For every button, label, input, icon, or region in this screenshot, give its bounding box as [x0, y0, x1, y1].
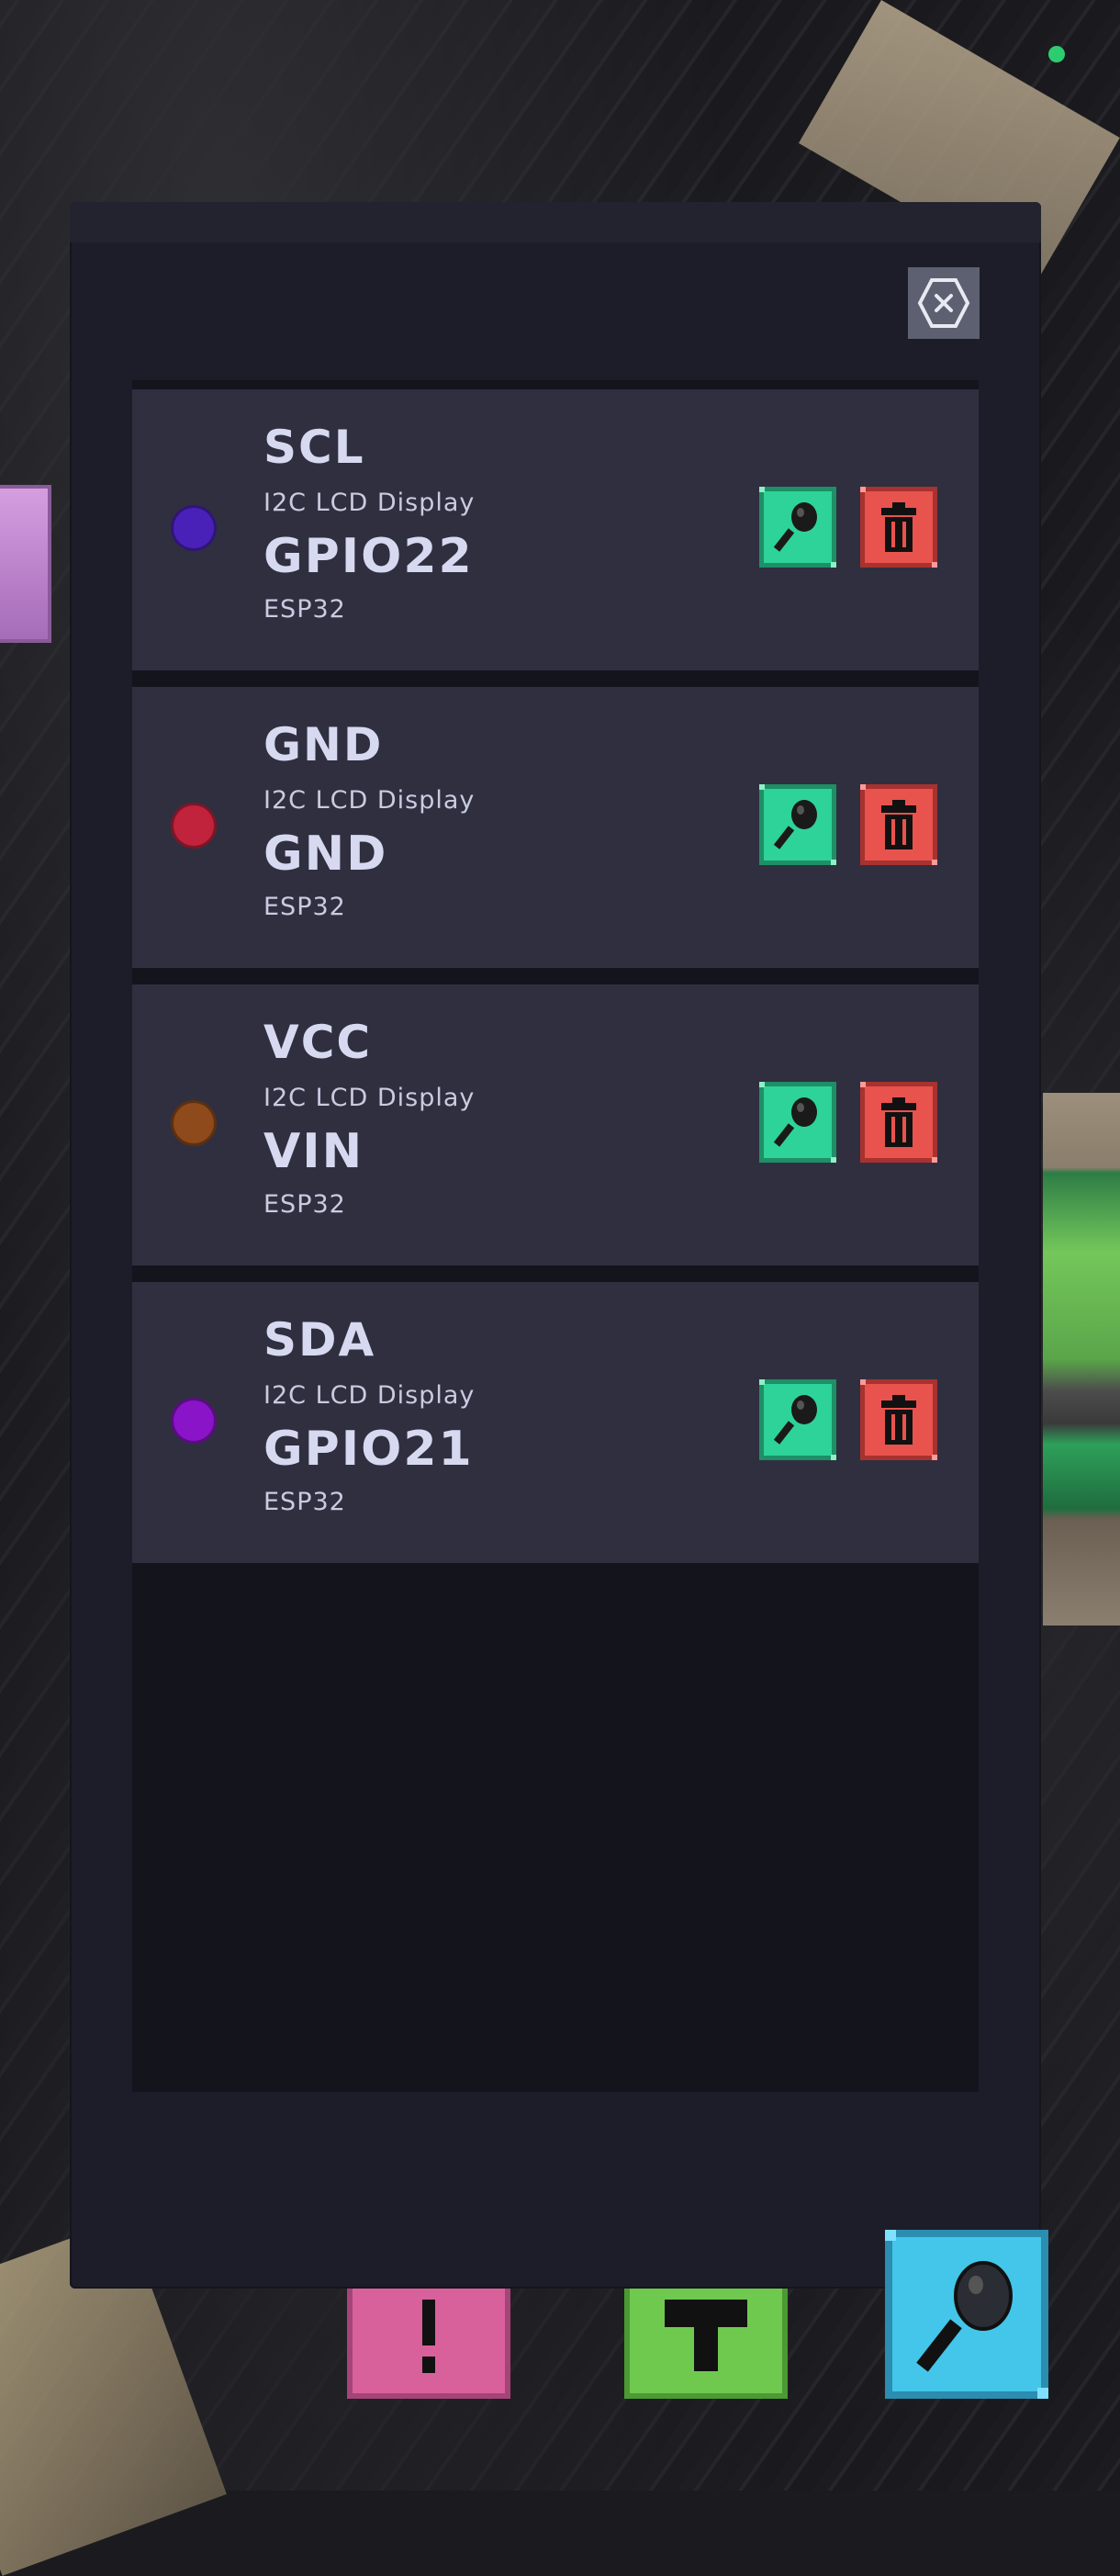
connection-row: GND I2C LCD Display GND ESP32	[132, 687, 979, 968]
wire-color-dot	[171, 1398, 217, 1444]
delete-button[interactable]	[860, 784, 937, 865]
target-pin-name: VIN	[263, 1124, 364, 1179]
toolbar-probe-button[interactable]	[885, 2230, 1048, 2399]
probe-icon	[773, 1097, 817, 1147]
toolbar-build-button[interactable]	[624, 2289, 788, 2399]
connection-row: VCC I2C LCD Display VIN ESP32	[132, 984, 979, 1266]
component-name: I2C LCD Display	[263, 489, 476, 517]
close-button[interactable]	[908, 267, 980, 339]
component-name: I2C LCD Display	[263, 1381, 476, 1410]
probe-icon	[773, 800, 817, 849]
trash-icon	[881, 502, 916, 552]
probe-button[interactable]	[759, 1379, 836, 1460]
trash-icon	[881, 1395, 916, 1445]
device-edge-left	[0, 485, 51, 643]
probe-button[interactable]	[759, 1082, 836, 1163]
hammer-icon	[665, 2300, 747, 2371]
probe-icon	[773, 1395, 817, 1445]
target-component-name: ESP32	[263, 1488, 346, 1516]
component-name: I2C LCD Display	[263, 786, 476, 815]
toolbar-warnings-button[interactable]	[347, 2289, 510, 2399]
connection-row: SDA I2C LCD Display GPIO21 ESP32	[132, 1282, 979, 1563]
exclamation-icon	[422, 2300, 435, 2373]
target-component-name: ESP32	[263, 595, 346, 624]
target-component-name: ESP32	[263, 1190, 346, 1219]
target-pin-name: GPIO21	[263, 1422, 474, 1477]
delete-button[interactable]	[860, 1082, 937, 1163]
close-icon	[917, 278, 970, 328]
wire-color-dot	[171, 505, 217, 551]
probe-button[interactable]	[759, 784, 836, 865]
probe-button[interactable]	[759, 487, 836, 568]
component-name: I2C LCD Display	[263, 1084, 476, 1112]
trash-icon	[881, 1097, 916, 1147]
delete-button[interactable]	[860, 1379, 937, 1460]
pin-name: GND	[263, 718, 384, 771]
probe-icon	[773, 502, 817, 552]
lcd-display-partial	[1043, 1093, 1120, 1625]
probe-icon	[916, 2261, 1013, 2372]
wire-color-dot	[171, 1100, 217, 1146]
pin-name: SCL	[263, 421, 365, 474]
pin-name: SDA	[263, 1313, 376, 1367]
delete-button[interactable]	[860, 487, 937, 568]
pin-name: VCC	[263, 1016, 373, 1069]
dialog-header-bar	[70, 202, 1041, 242]
trash-icon	[881, 800, 916, 849]
connection-row: SCL I2C LCD Display GPIO22 ESP32	[132, 389, 979, 670]
target-component-name: ESP32	[263, 893, 346, 921]
target-pin-name: GPIO22	[263, 529, 474, 584]
target-pin-name: GND	[263, 827, 388, 882]
status-indicator	[1048, 46, 1065, 62]
wire-color-dot	[171, 803, 217, 849]
